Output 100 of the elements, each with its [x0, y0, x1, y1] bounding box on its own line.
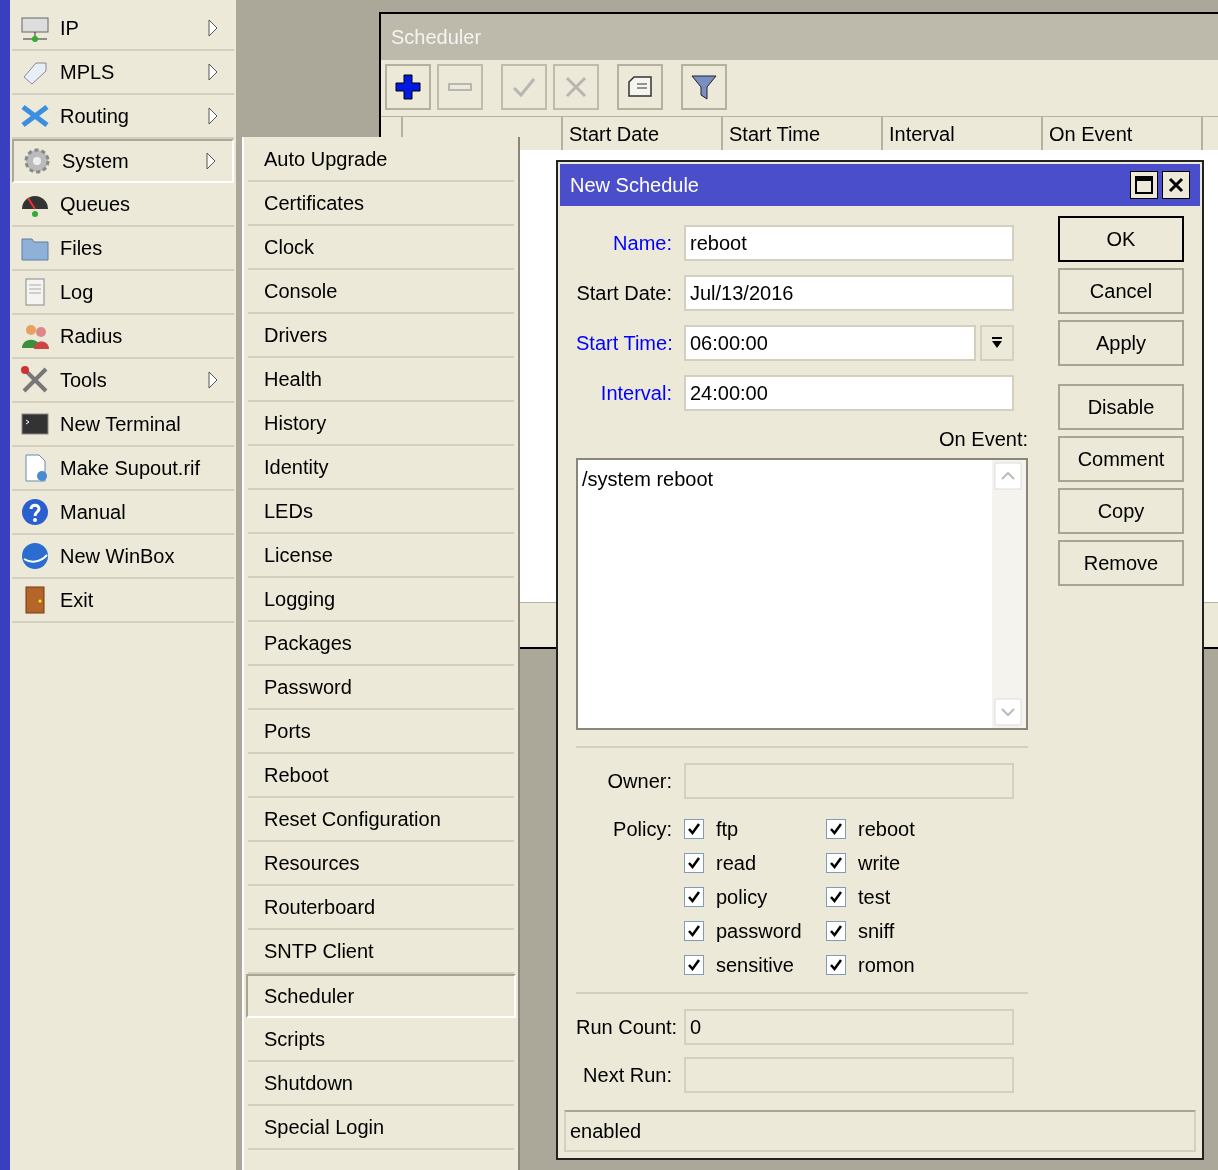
toolbar-button[interactable]: [681, 64, 727, 110]
window-title: Scheduler: [381, 14, 1218, 60]
input-field[interactable]: Jul/13/2016: [684, 275, 1014, 311]
field-label: Next Run:: [582, 1063, 673, 1088]
menu-item[interactable]: Radius: [12, 315, 234, 359]
field-label: Run Count:: [576, 1015, 679, 1040]
menu-item[interactable]: Tools: [12, 359, 234, 403]
filter-icon: [690, 73, 718, 101]
submenu-item[interactable]: Resources: [248, 842, 514, 886]
script-text: /system reboot: [581, 467, 715, 492]
menu-item[interactable]: System: [12, 139, 234, 183]
submenu-item[interactable]: Ports: [248, 710, 514, 754]
menu-item[interactable]: IP: [12, 7, 234, 51]
checkbox-label: read: [716, 851, 757, 876]
checkmark-icon: [829, 822, 843, 836]
input-field[interactable]: 0: [684, 1009, 1014, 1045]
checkmark-icon: [687, 856, 701, 870]
submenu-item[interactable]: Console: [248, 270, 514, 314]
dialog-button[interactable]: Comment: [1058, 436, 1184, 482]
checkbox[interactable]: [684, 955, 704, 975]
maximize-button[interactable]: [1130, 171, 1158, 199]
checkmark-icon: [829, 856, 843, 870]
dialog-button[interactable]: Copy: [1058, 488, 1184, 534]
menu-item[interactable]: Queues: [12, 183, 234, 227]
submenu-item[interactable]: License: [248, 534, 514, 578]
checkbox-label: sensitive: [716, 953, 794, 978]
scrollbar[interactable]: [992, 460, 1026, 728]
down-arrow-icon: [990, 336, 1004, 350]
globe-icon: [20, 541, 50, 571]
submenu-item[interactable]: Scheduler: [246, 974, 516, 1018]
script-textarea[interactable]: /system reboot: [576, 458, 1028, 730]
submenu-item[interactable]: Password: [248, 666, 514, 710]
checkbox[interactable]: [684, 853, 704, 873]
checkbox-label: password: [716, 919, 802, 944]
submenu-item[interactable]: Reboot: [248, 754, 514, 798]
submenu-item[interactable]: Scripts: [248, 1018, 514, 1062]
dialog-button[interactable]: OK: [1058, 216, 1184, 262]
field-label: Start Date:: [576, 281, 673, 306]
submenu-item[interactable]: Shutdown: [248, 1062, 514, 1106]
dialog-button[interactable]: Cancel: [1058, 268, 1184, 314]
submenu-item[interactable]: Certificates: [248, 182, 514, 226]
dialog-button[interactable]: Apply: [1058, 320, 1184, 366]
submenu-item[interactable]: Logging: [248, 578, 514, 622]
toolbar-button[interactable]: [385, 64, 431, 110]
submenu-item[interactable]: History: [248, 402, 514, 446]
checkbox-label: sniff: [858, 919, 895, 944]
checkbox[interactable]: [826, 921, 846, 941]
checkbox[interactable]: [826, 887, 846, 907]
submenu-item[interactable]: Health: [248, 358, 514, 402]
help-icon: [20, 497, 50, 527]
checkmark-icon: [687, 822, 701, 836]
field-label: Owner:: [606, 769, 673, 794]
field-label: Policy:: [612, 817, 673, 842]
checkbox-label: write: [858, 851, 901, 876]
submenu-item[interactable]: Identity: [248, 446, 514, 490]
checkbox[interactable]: [684, 819, 704, 839]
menu-item[interactable]: Exit: [12, 579, 234, 623]
checkmark-icon: [687, 890, 701, 904]
toolbar-button[interactable]: [617, 64, 663, 110]
checkbox-label: reboot: [858, 817, 915, 842]
menu-item[interactable]: Manual: [12, 491, 234, 535]
dropdown-button[interactable]: [980, 325, 1014, 361]
checkbox[interactable]: [826, 853, 846, 873]
menu-item[interactable]: Log: [12, 271, 234, 315]
menu-item[interactable]: Files: [12, 227, 234, 271]
dialog-button[interactable]: Disable: [1058, 384, 1184, 430]
gear-icon: [22, 146, 52, 176]
menu-item[interactable]: Routing: [12, 95, 234, 139]
close-button[interactable]: [1162, 171, 1190, 199]
close-icon: [1168, 177, 1184, 193]
submenu-item[interactable]: Drivers: [248, 314, 514, 358]
checkmark-icon: [829, 924, 843, 938]
scroll-down-icon: [994, 698, 1022, 726]
input-field[interactable]: [684, 1057, 1014, 1093]
submenu-item[interactable]: Routerboard: [248, 886, 514, 930]
field-label: Start Time:: [576, 331, 674, 356]
menu-item[interactable]: Make Supout.rif: [12, 447, 234, 491]
checkbox[interactable]: [826, 819, 846, 839]
submenu-item[interactable]: Auto Upgrade: [248, 138, 514, 182]
input-field[interactable]: [684, 763, 1014, 799]
submenu-item[interactable]: Reset Configuration: [248, 798, 514, 842]
scroll-up-icon: [994, 462, 1022, 490]
checkbox[interactable]: [684, 887, 704, 907]
menu-item[interactable]: New Terminal: [12, 403, 234, 447]
checkbox[interactable]: [684, 921, 704, 941]
input-field[interactable]: reboot: [684, 225, 1014, 261]
checkmark-icon: [829, 958, 843, 972]
submenu-item[interactable]: Clock: [248, 226, 514, 270]
submenu-item[interactable]: SNTP Client: [248, 930, 514, 974]
menu-item[interactable]: MPLS: [12, 51, 234, 95]
submenu-item[interactable]: Special Login: [248, 1106, 514, 1150]
input-field[interactable]: 24:00:00: [684, 375, 1014, 411]
maximize-icon: [1135, 176, 1153, 194]
field-label: Interval:: [599, 381, 673, 406]
dialog-button[interactable]: Remove: [1058, 540, 1184, 586]
menu-item[interactable]: New WinBox: [12, 535, 234, 579]
submenu-item[interactable]: LEDs: [248, 490, 514, 534]
checkbox[interactable]: [826, 955, 846, 975]
submenu-item[interactable]: Packages: [248, 622, 514, 666]
input-field[interactable]: 06:00:00: [684, 325, 976, 361]
